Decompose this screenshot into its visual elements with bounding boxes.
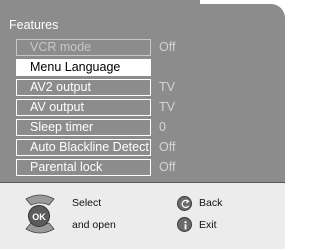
menu-item-vcr-mode[interactable]: VCR mode Off [16, 39, 281, 56]
exit-hint: Exit [199, 219, 217, 231]
menu-item-label: AV output [16, 99, 151, 116]
menu-item-label: Sleep timer [16, 119, 151, 136]
menu-item-label: Parental lock [16, 159, 151, 176]
menu-item-auto-blackline-detect[interactable]: Auto Blackline Detect Off [16, 139, 281, 156]
info-exit-icon[interactable] [177, 217, 192, 232]
back-hint: Back [199, 197, 223, 209]
page-title: Features [9, 18, 59, 32]
select-hint: Select [72, 197, 102, 209]
menu-item-label: Auto Blackline Detect [16, 139, 151, 156]
menu-item-parental-lock[interactable]: Parental lock Off [16, 159, 281, 176]
menu-item-label: Menu Language [16, 59, 151, 76]
menu-item-value: TV [159, 80, 175, 94]
menu-item-sleep-timer[interactable]: Sleep timer 0 [16, 119, 281, 136]
menu-item-value: Off [159, 40, 176, 54]
menu-item-label: AV2 output [16, 79, 151, 96]
back-button-icon[interactable] [177, 196, 192, 211]
menu-item-value: Off [159, 140, 176, 154]
open-hint: and open [72, 219, 116, 231]
menu-item-value: TV [159, 100, 175, 114]
menu-item-value: 0 [159, 120, 166, 134]
menu-item-av2-output[interactable]: AV2 output TV [16, 79, 281, 96]
menu-item-av-output[interactable]: AV output TV [16, 99, 281, 116]
ok-button-icon[interactable]: OK [28, 205, 50, 227]
menu-item-label: VCR mode [16, 39, 151, 56]
tv-menu-screen: Features VCR mode Off Menu Language AV2 … [0, 0, 285, 251]
menu-item-menu-language[interactable]: Menu Language [16, 59, 281, 76]
menu-item-value: Off [159, 160, 176, 174]
features-menu: VCR mode Off Menu Language AV2 output TV… [16, 39, 281, 179]
